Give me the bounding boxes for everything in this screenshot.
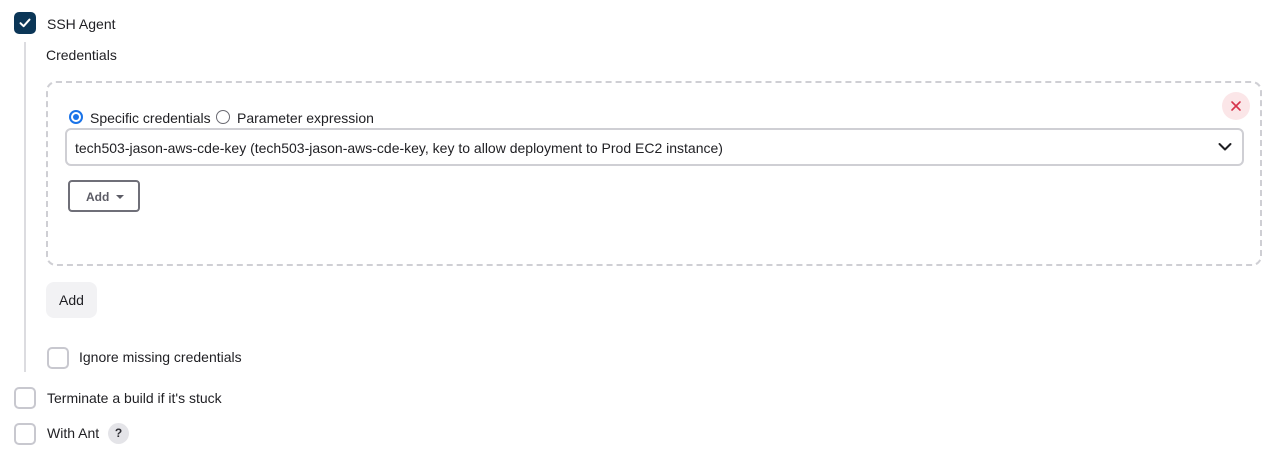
remove-credential-button[interactable] [1222, 92, 1250, 120]
close-icon [1231, 101, 1241, 111]
add-credentials-dropdown[interactable]: Add [68, 180, 140, 212]
ssh-agent-label[interactable]: SSH Agent [47, 15, 116, 33]
help-icon[interactable]: ? [108, 423, 129, 444]
with-ant-label[interactable]: With Ant [47, 424, 99, 442]
nested-options-line [24, 42, 26, 372]
with-ant-checkbox[interactable] [14, 423, 36, 445]
caret-down-icon [116, 195, 124, 199]
credentials-heading: Credentials [46, 47, 117, 63]
parameter-expression-label[interactable]: Parameter expression [237, 109, 374, 127]
add-credentials-dropdown-label: Add [86, 190, 110, 204]
specific-credentials-radio[interactable] [69, 110, 83, 124]
add-credential-button[interactable]: Add [46, 282, 97, 318]
check-icon [19, 18, 31, 28]
terminate-stuck-checkbox[interactable] [14, 387, 36, 409]
parameter-expression-radio[interactable] [216, 110, 230, 124]
ssh-agent-checkbox[interactable] [14, 12, 36, 34]
credentials-select[interactable]: tech503-jason-aws-cde-key (tech503-jason… [65, 128, 1244, 166]
credentials-select-value: tech503-jason-aws-cde-key (tech503-jason… [75, 140, 723, 156]
ignore-missing-credentials-label[interactable]: Ignore missing credentials [79, 348, 242, 366]
chevron-down-icon [1218, 143, 1232, 151]
add-credential-button-label: Add [59, 292, 84, 308]
terminate-stuck-label[interactable]: Terminate a build if it's stuck [47, 389, 222, 407]
credential-entry-box [46, 81, 1262, 266]
specific-credentials-label[interactable]: Specific credentials [90, 109, 211, 127]
ignore-missing-credentials-checkbox[interactable] [47, 347, 69, 369]
